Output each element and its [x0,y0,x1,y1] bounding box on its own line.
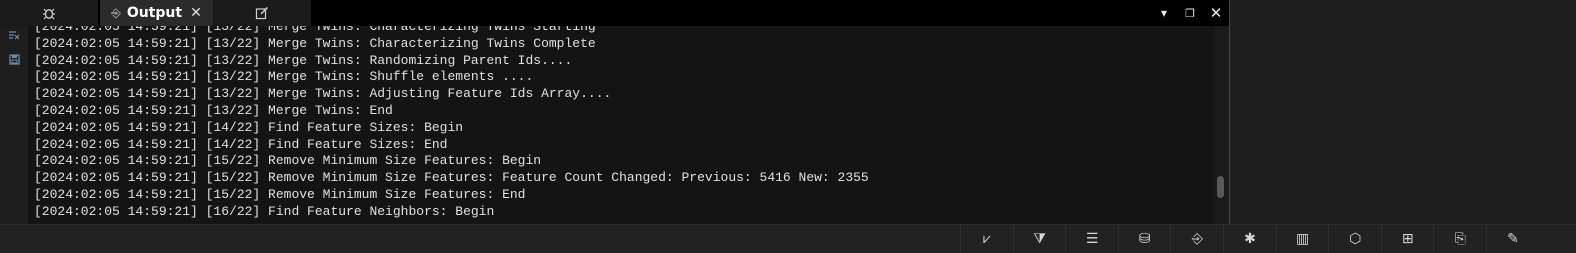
bookshelf-icon[interactable]: ▥ [1275,225,1329,253]
database-icon[interactable]: ⛁ [1117,225,1171,253]
panel-tab-bar: ⎆ Output ✕ ▾ ❐ ✕ [0,0,1229,26]
status-bar: ⩗ ⧩ ☰ ⛁ ⎆ ✱ ▥ ⬡ ⊞ ⎘ ✎ [0,224,1576,253]
log-line: [2024:02:05 14:59:21] [13/22] Merge Twin… [34,26,596,34]
output-toolbar [0,26,28,224]
edit-icon [255,6,269,20]
filter-list-icon[interactable]: ⩗ [960,225,1013,253]
log-line: [2024:02:05 14:59:21] [13/22] Merge Twin… [34,35,596,51]
cube-icon[interactable]: ⬡ [1328,225,1381,253]
tab-output[interactable]: ⎆ Output ✕ [100,0,213,26]
output-log[interactable]: [2024:02:05 14:59:21] [13/22] Merge Twin… [28,26,1214,224]
log-line: [2024:02:05 14:59:21] [13/22] Merge Twin… [34,86,612,102]
close-panel-icon[interactable]: ✕ [1203,4,1229,22]
edit-icon[interactable]: ✎ [1486,225,1539,253]
filter-doc-icon[interactable]: ⧩ [1012,225,1066,253]
output-icon: ⎆ [111,5,121,20]
restore-icon[interactable]: ❐ [1177,7,1203,20]
tab-editor[interactable] [213,0,311,26]
nodes-icon[interactable]: ⊞ [1380,225,1434,253]
tab-debug[interactable] [0,0,98,26]
window-controls: ▾ ❐ ✕ [1151,0,1229,26]
pipeline-icon[interactable]: ⎘ [1433,225,1486,253]
close-icon[interactable]: ✕ [190,5,202,21]
log-line: [2024:02:05 14:59:21] [14/22] Find Featu… [34,136,448,152]
bug-icon [43,8,55,20]
vertical-scrollbar[interactable] [1214,26,1228,224]
filter-lines-icon[interactable]: ☰ [1065,225,1118,253]
log-line: [2024:02:05 14:59:21] [15/22] Remove Min… [34,186,526,202]
log-line: [2024:02:05 14:59:21] [14/22] Find Featu… [34,119,464,135]
output-icon[interactable]: ⎆ [1170,225,1223,253]
log-lines: [2024:02:05 14:59:21] [13/22] Merge Twin… [34,26,869,221]
chevron-down-icon[interactable]: ▾ [1151,6,1177,20]
log-line: [2024:02:05 14:59:21] [13/22] Merge Twin… [34,102,393,118]
side-panel [1229,0,1576,224]
log-line: [2024:02:05 14:59:21] [15/22] Remove Min… [34,153,542,169]
scrollbar-thumb[interactable] [1217,176,1224,198]
log-line: [2024:02:05 14:59:21] [13/22] Merge Twin… [34,69,534,85]
tab-output-label: Output [126,5,183,21]
save-icon[interactable] [0,50,28,74]
bug-icon[interactable]: ✱ [1223,225,1276,253]
log-line: [2024:02:05 14:59:21] [13/22] Merge Twin… [34,52,573,68]
log-line: [2024:02:05 14:59:21] [16/22] Find Featu… [34,203,495,219]
log-line: [2024:02:05 14:59:21] [15/22] Remove Min… [34,170,869,186]
clear-icon[interactable] [0,26,28,50]
